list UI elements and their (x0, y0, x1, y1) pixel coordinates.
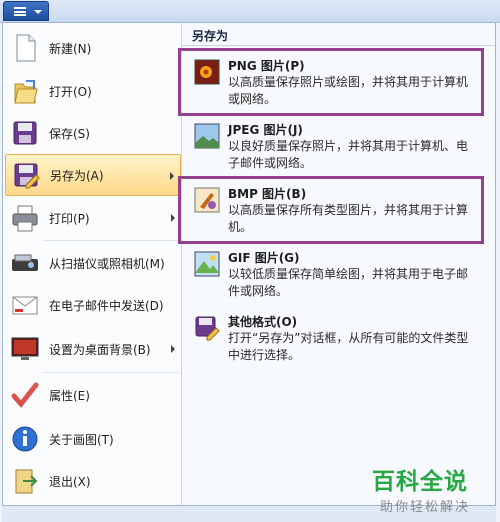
panel-title: 另存为 (192, 29, 229, 43)
menu-item-label: 保存(S) (49, 126, 90, 141)
highlight-box-png (178, 48, 484, 116)
desktop-background-icon (9, 333, 41, 365)
menu-divider (43, 240, 179, 241)
option-description: 打开“另存为”对话框，从所有可能的文件类型中进行选择。 (228, 331, 469, 362)
save-option-gif[interactable]: GIF 图片(G) 以较低质量保存简单绘图，并将其用于电子邮件或网络。 (186, 245, 486, 305)
gif-image-icon (194, 251, 220, 277)
menu-item-save[interactable]: 保存(S) (5, 112, 181, 154)
floppy-disk-icon (9, 117, 41, 149)
save-option-other[interactable]: 其他格式(O) 打开“另存为”对话框，从所有可能的文件类型中进行选择。 (186, 309, 486, 369)
ribbon-top-bar (0, 0, 500, 23)
option-description: 以较低质量保存简单绘图，并将其用于电子邮件或网络。 (228, 267, 469, 298)
highlight-box-bmp (178, 176, 484, 244)
option-title: JPEG 图片(J) (228, 123, 303, 137)
menu-item-desktop-background[interactable]: 设置为桌面背景(B) (5, 328, 181, 370)
scanner-icon (9, 247, 41, 279)
menu-item-label: 打印(P) (49, 211, 90, 226)
menu-item-properties[interactable]: 属性(E) (5, 374, 181, 416)
option-title: GIF 图片(G) (228, 251, 300, 265)
info-icon (9, 423, 41, 455)
submenu-arrow-icon (171, 345, 175, 353)
new-file-icon (9, 32, 41, 64)
menu-item-label: 退出(X) (49, 474, 91, 489)
checkmark-icon (9, 379, 41, 411)
panel-header: 另存为 (182, 23, 495, 46)
menu-item-label: 打开(O) (49, 84, 92, 99)
option-title: 其他格式(O) (228, 315, 298, 329)
paint-menu-button[interactable] (3, 1, 49, 21)
save-option-jpeg[interactable]: JPEG 图片(J) 以良好质量保存照片，并将其用于计算机、电子邮件或网络。 (186, 117, 486, 177)
menu-item-label: 属性(E) (49, 388, 90, 403)
menu-item-label: 新建(N) (49, 41, 92, 56)
menu-item-save-as[interactable]: 另存为(A) (5, 154, 181, 196)
menu-item-label: 在电子邮件中发送(D) (49, 298, 164, 313)
menu-item-exit[interactable]: 退出(X) (5, 460, 181, 502)
exit-icon (9, 465, 41, 497)
submenu-arrow-icon (171, 214, 175, 222)
menu-item-label: 关于画图(T) (49, 432, 114, 447)
menu-item-about[interactable]: 关于画图(T) (5, 418, 181, 460)
option-description: 以良好质量保存照片，并将其用于计算机、电子邮件或网络。 (228, 139, 469, 170)
jpeg-image-icon (194, 123, 220, 149)
menu-item-email[interactable]: 在电子邮件中发送(D) (5, 284, 181, 326)
chevron-down-icon (34, 10, 42, 14)
watermark: 百科全说 助你轻松解决 (372, 462, 494, 518)
watermark-title: 百科全说 (372, 469, 468, 495)
menu-item-new[interactable]: 新建(N) (5, 27, 181, 69)
menu-item-label: 设置为桌面背景(B) (49, 342, 151, 357)
menu-lines-icon (14, 7, 26, 16)
printer-icon (9, 202, 41, 234)
save-as-icon (10, 159, 42, 191)
menu-divider (43, 372, 179, 373)
menu-item-scanner[interactable]: 从扫描仪或照相机(M) (5, 242, 181, 284)
menu-item-label: 另存为(A) (50, 168, 104, 183)
menu-item-label: 从扫描仪或照相机(M) (49, 256, 165, 271)
left-menu-column: 新建(N) 打开(O) 保存(S) 另存为(A) 打印(P) 从扫描仪或照相机(… (3, 23, 182, 505)
menu-item-open[interactable]: 打开(O) (5, 70, 181, 112)
watermark-subtitle: 助你轻松解决 (380, 500, 471, 515)
other-formats-icon (194, 315, 220, 341)
menu-item-print[interactable]: 打印(P) (5, 197, 181, 239)
submenu-arrow-icon (170, 172, 174, 180)
email-icon (9, 289, 41, 321)
folder-open-icon (9, 75, 41, 107)
